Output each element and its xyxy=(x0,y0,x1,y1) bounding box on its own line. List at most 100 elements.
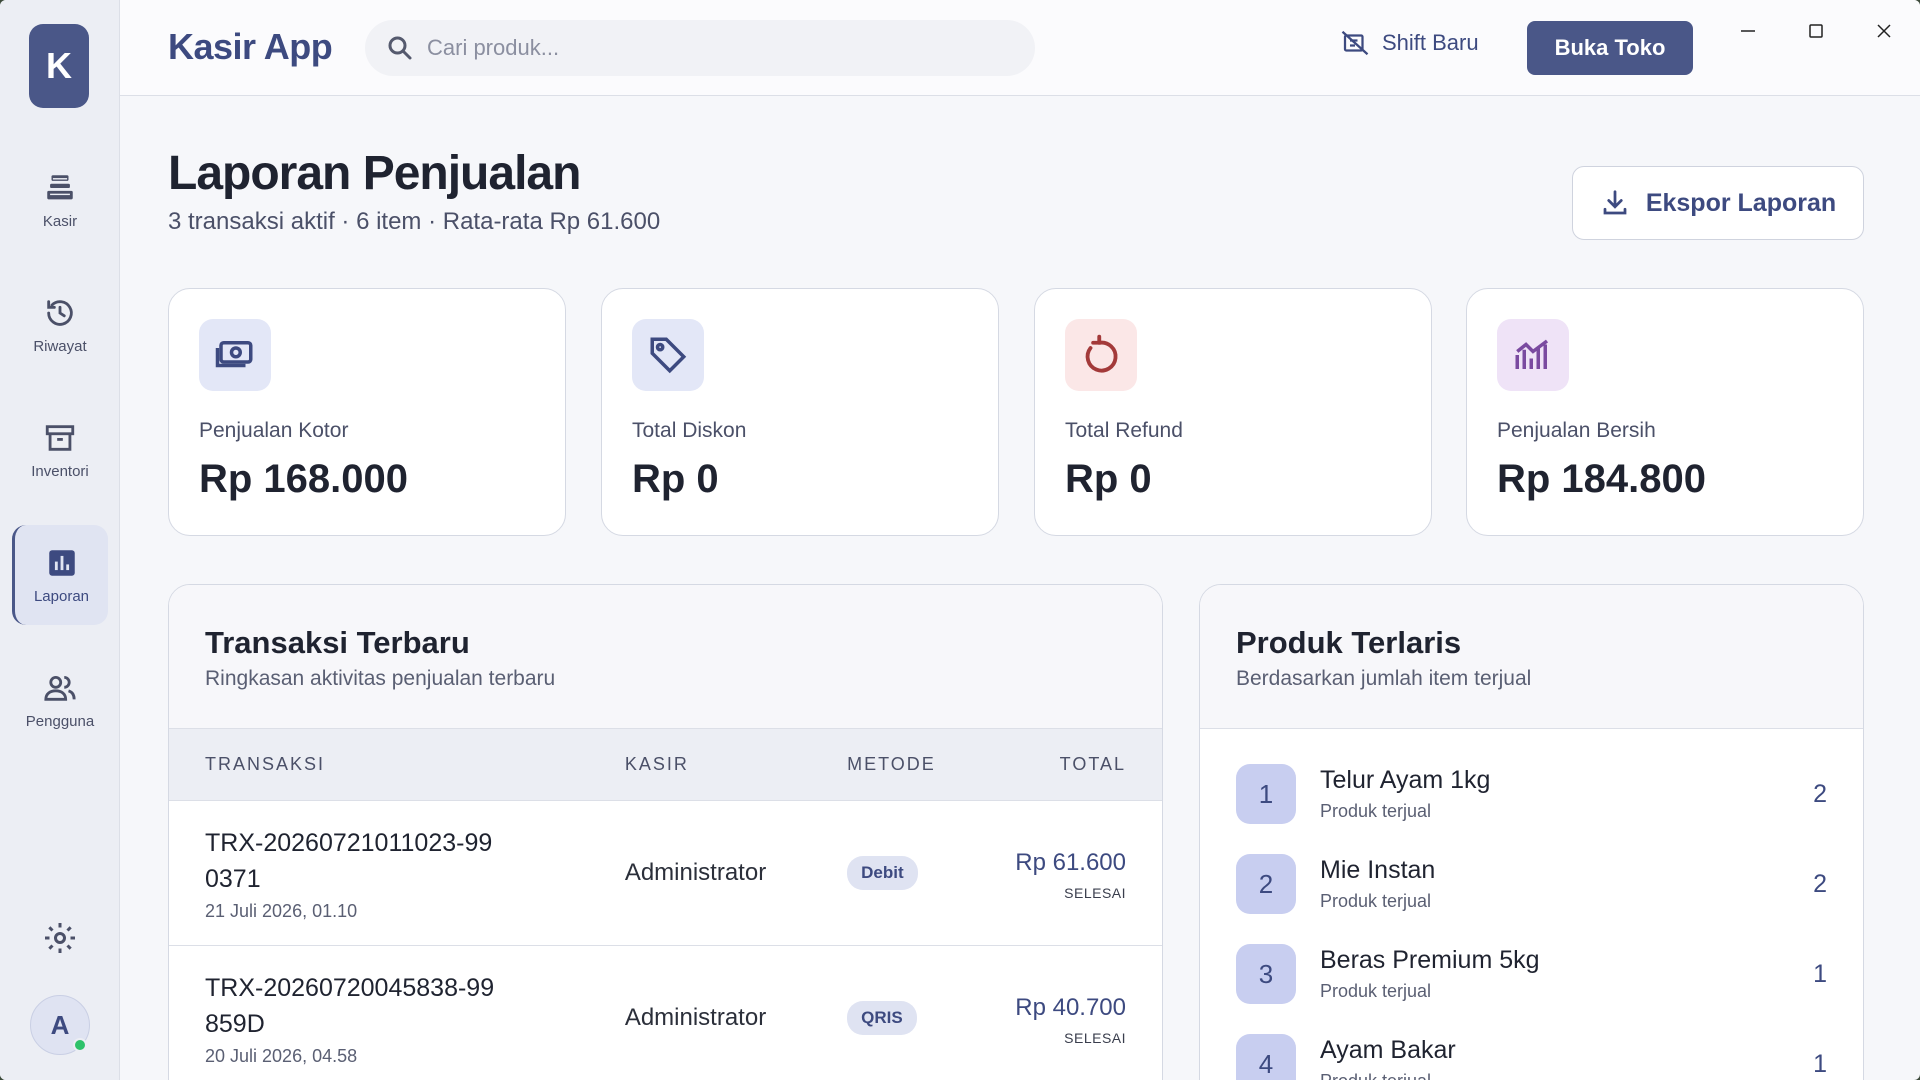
panel-subtitle: Ringkasan aktivitas penjualan terbaru xyxy=(205,667,556,690)
stat-card-total-refund: Total Refund Rp 0 xyxy=(1034,288,1432,536)
panel-subtitle: Berdasarkan jumlah item terjual xyxy=(1236,667,1532,690)
transaction-date: 20 Juli 2026, 04.58 xyxy=(205,1045,358,1066)
sidebar-item-kasir[interactable]: Kasir xyxy=(12,150,108,250)
open-store-button[interactable]: Buka Toko xyxy=(1527,21,1693,75)
product-name: Mie Instan xyxy=(1320,856,1436,884)
money-icon xyxy=(215,341,253,368)
sidebar-item-label: Riwayat xyxy=(33,337,87,355)
transaction-id: TRX-20260721011023-990371 xyxy=(205,828,493,893)
product-rank: 4 xyxy=(1236,1034,1296,1080)
recent-transactions-panel: Transaksi Terbaru Ringkasan aktivitas pe… xyxy=(168,584,1163,1080)
transaction-status: SELESAI xyxy=(1064,885,1127,901)
product-sold-count: 2 xyxy=(1813,779,1827,808)
stat-value: Rp 0 xyxy=(632,457,719,501)
stat-card-net-sales: Penjualan Bersih Rp 184.800 xyxy=(1466,288,1864,536)
cash-register-icon xyxy=(47,174,73,199)
sidebar: K Kasir Riwayat Inventori Laporan Penggu… xyxy=(0,0,120,1080)
export-report-label: Ekspor Laporan xyxy=(1645,188,1837,217)
list-item[interactable]: 1 Telur Ayam 1kg Produk terjual 2 xyxy=(1200,749,1863,839)
minimize-button[interactable] xyxy=(1714,0,1782,62)
panel-title: Produk Terlaris xyxy=(1236,625,1462,660)
product-sold-count: 1 xyxy=(1813,959,1827,988)
product-rank: 2 xyxy=(1236,854,1296,914)
stat-label: Penjualan Bersih xyxy=(1497,419,1656,442)
product-rank: 3 xyxy=(1236,944,1296,1004)
product-sold-count: 2 xyxy=(1813,869,1827,898)
stat-icon-box xyxy=(1065,319,1137,391)
column-header[interactable]: TRANSAKSI xyxy=(205,754,625,775)
stat-value: Rp 168.000 xyxy=(199,457,409,501)
stat-card-total-discount: Total Diskon Rp 0 xyxy=(601,288,999,536)
product-name: Beras Premium 5kg xyxy=(1320,946,1540,974)
stat-card-gross-sales: Penjualan Kotor Rp 168.000 xyxy=(168,288,566,536)
search-bar[interactable] xyxy=(365,20,1035,76)
close-icon xyxy=(1877,24,1891,38)
top-products-panel: Produk Terlaris Berdasarkan jumlah item … xyxy=(1199,584,1864,1080)
gear-icon[interactable] xyxy=(42,920,78,956)
table-header: TRANSAKSI KASIR METODE TOTAL xyxy=(169,729,1162,801)
product-sub: Produk terjual xyxy=(1320,1071,1813,1080)
app-logo[interactable]: K xyxy=(29,24,89,108)
product-name: Ayam Bakar xyxy=(1320,1036,1456,1064)
page-title: Laporan Penjualan xyxy=(168,147,581,200)
transaction-total: Rp 61.600 xyxy=(1015,849,1127,876)
sidebar-item-inventori[interactable]: Inventori xyxy=(12,400,108,500)
column-header[interactable]: KASIR xyxy=(625,754,847,775)
stat-value: Rp 184.800 xyxy=(1497,457,1707,501)
list-item[interactable]: 3 Beras Premium 5kg Produk terjual 1 xyxy=(1200,929,1863,1019)
stat-label: Total Diskon xyxy=(632,419,747,442)
cashier-name: Administrator xyxy=(624,859,767,886)
search-icon xyxy=(388,36,412,60)
product-rank: 1 xyxy=(1236,764,1296,824)
download-icon xyxy=(1603,190,1627,215)
stat-icon-box xyxy=(199,319,271,391)
shift-icon xyxy=(1341,30,1369,56)
column-header[interactable]: METODE xyxy=(847,754,996,775)
cashier-name: Administrator xyxy=(624,1004,767,1031)
product-sub: Produk terjual xyxy=(1320,891,1432,911)
maximize-button[interactable] xyxy=(1782,0,1850,62)
panel-header: Transaksi Terbaru Ringkasan aktivitas pe… xyxy=(169,585,1162,729)
transaction-id: TRX-20260720045838-99859D xyxy=(205,973,495,1038)
online-status-dot xyxy=(73,1038,87,1052)
column-header[interactable]: TOTAL xyxy=(996,754,1126,775)
table-row[interactable]: TRX-20260720045838-99859D 20 Juli 2026, … xyxy=(169,946,1162,1080)
sidebar-item-laporan[interactable]: Laporan xyxy=(12,525,108,625)
search-input[interactable] xyxy=(427,35,987,61)
history-icon xyxy=(47,299,73,326)
transaction-status: SELESAI xyxy=(1064,1030,1127,1046)
stat-label: Penjualan Kotor xyxy=(199,419,349,442)
sidebar-item-pengguna[interactable]: Pengguna xyxy=(12,650,108,750)
panel-title: Transaksi Terbaru xyxy=(205,625,470,660)
product-name: Telur Ayam 1kg xyxy=(1320,766,1491,794)
refund-icon xyxy=(1085,334,1118,373)
panel-header: Produk Terlaris Berdasarkan jumlah item … xyxy=(1200,585,1863,729)
archive-box-icon xyxy=(45,424,75,451)
maximize-icon xyxy=(1809,24,1823,38)
avatar-initial: A xyxy=(50,1009,70,1040)
product-sold-count: 1 xyxy=(1813,1049,1827,1078)
sidebar-item-label: Kasir xyxy=(42,212,78,230)
stat-label: Total Refund xyxy=(1065,419,1183,442)
new-shift-button[interactable]: Shift Baru xyxy=(1340,28,1479,58)
transaction-total: Rp 40.700 xyxy=(1015,994,1127,1021)
sidebar-item-riwayat[interactable]: Riwayat xyxy=(12,275,108,375)
page-subtitle: 3 transaksi aktif · 6 item · Rata-rata R… xyxy=(168,208,661,235)
users-icon xyxy=(44,675,76,701)
app-title: Kasir App xyxy=(168,26,333,67)
avatar[interactable]: A xyxy=(30,995,90,1055)
export-report-button[interactable]: Ekspor Laporan xyxy=(1572,166,1864,240)
bar-chart-icon xyxy=(48,549,75,576)
list-item[interactable]: 4 Ayam Bakar Produk terjual 1 xyxy=(1200,1019,1863,1080)
transaction-date: 21 Juli 2026, 01.10 xyxy=(205,900,358,921)
payment-method-badge: QRIS xyxy=(847,1001,917,1035)
payment-method-badge: Debit xyxy=(847,856,918,890)
close-button[interactable] xyxy=(1850,0,1918,62)
sidebar-item-label: Pengguna xyxy=(25,712,95,730)
product-sub: Produk terjual xyxy=(1320,981,1432,1001)
stat-icon-box xyxy=(1497,319,1569,391)
table-row[interactable]: TRX-20260721011023-990371 21 Juli 2026, … xyxy=(169,801,1162,946)
new-shift-label: Shift Baru xyxy=(1382,30,1479,55)
list-item[interactable]: 2 Mie Instan Produk terjual 2 xyxy=(1200,839,1863,929)
stat-value: Rp 0 xyxy=(1065,457,1152,501)
